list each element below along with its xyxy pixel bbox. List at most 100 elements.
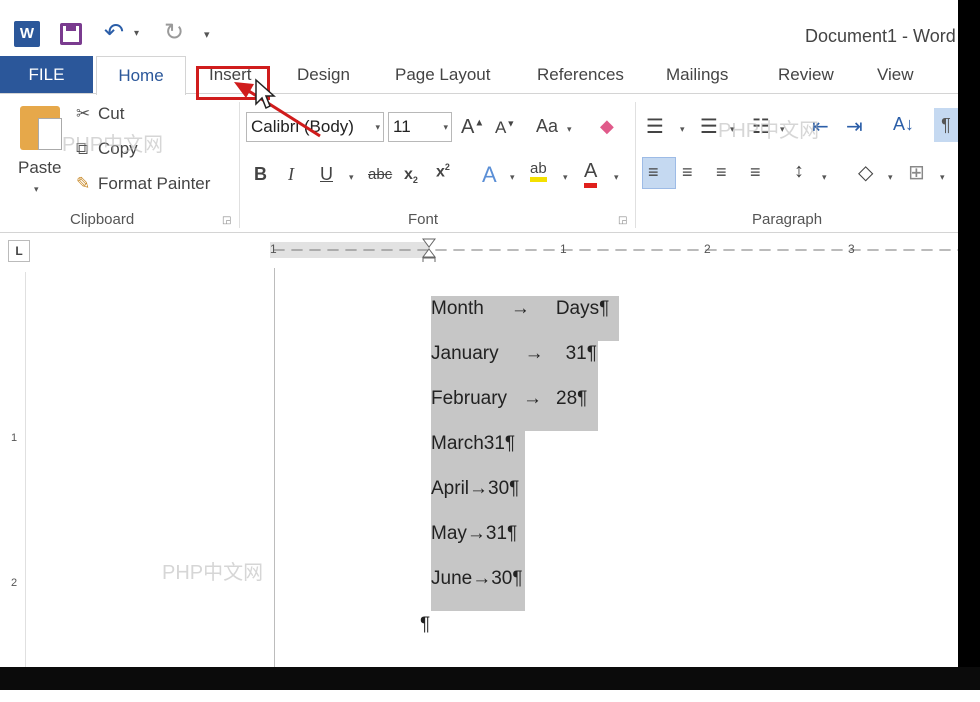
chevron-down-icon: ▾ — [375, 122, 380, 132]
paste-button[interactable]: Paste — [18, 158, 61, 178]
word-icon[interactable]: W — [14, 21, 40, 47]
strikethrough-icon[interactable]: abc — [368, 166, 392, 183]
paste-dropdown-icon[interactable]: ▾ — [34, 184, 39, 195]
change-case-label: Aa — [536, 116, 559, 136]
clipboard-launcher-icon[interactable]: ◲ — [222, 215, 231, 226]
watermark: PHP中文网 — [718, 120, 820, 142]
shading-icon[interactable]: ◇ — [858, 160, 873, 185]
annotation-arrow-icon — [234, 78, 321, 138]
line-value: 28¶ — [556, 388, 588, 409]
tab-review[interactable]: Review — [778, 65, 834, 85]
horizontal-ruler[interactable]: 1 1 2 3 — [270, 240, 958, 260]
vertical-ruler[interactable]: 1 2 — [8, 272, 26, 667]
save-icon[interactable] — [60, 23, 82, 45]
tab-selector[interactable]: L — [8, 240, 30, 262]
borders-icon[interactable]: ⊞ — [908, 160, 925, 185]
undo-icon[interactable]: ↶ — [104, 18, 124, 47]
line-value: Days¶ — [555, 298, 610, 319]
screen-edge — [0, 667, 980, 690]
paragraph-group-label: Paragraph — [752, 211, 823, 228]
highlight-icon[interactable]: ab — [530, 160, 547, 182]
watermark: PHP中文网 — [162, 562, 264, 584]
vruler-number: 2 — [11, 577, 18, 589]
line-value: 31¶ — [485, 523, 518, 544]
chevron-down-icon[interactable]: ▾ — [349, 172, 354, 183]
scissors-icon: ✂ — [76, 104, 91, 123]
chevron-down-icon[interactable]: ▾ — [563, 172, 568, 183]
line-text: Month — [431, 298, 484, 319]
line-text: May — [431, 523, 467, 544]
tab-home[interactable]: Home — [96, 56, 186, 95]
clear-formatting-icon[interactable]: ◆ — [600, 116, 614, 137]
line-text: February — [431, 388, 508, 409]
line-spacing-icon[interactable]: ↕ — [794, 160, 804, 183]
text-effects-icon[interactable]: A — [482, 162, 497, 188]
line-value: 30¶ — [488, 478, 520, 499]
chevron-down-icon[interactable]: ▾ — [614, 172, 619, 183]
align-right-icon[interactable]: ≡ — [716, 162, 727, 183]
tab-mark: → — [466, 523, 486, 544]
line-text: March — [431, 433, 484, 454]
chevron-down-icon: ▾ — [443, 122, 448, 132]
document-line[interactable]: May→31¶ — [431, 523, 517, 545]
undo-dropdown-icon[interactable]: ▾ — [134, 28, 139, 39]
align-left-icon[interactable]: ≡ — [648, 162, 659, 183]
font-size-select[interactable]: 11 ▾ — [388, 112, 452, 142]
chevron-down-icon[interactable]: ▾ — [822, 172, 827, 183]
chevron-down-icon[interactable]: ▾ — [888, 172, 893, 183]
chevron-down-icon[interactable]: ▾ — [940, 172, 945, 183]
line-value: 30¶ — [491, 568, 523, 589]
show-formatting-marks-icon[interactable]: ¶ — [934, 108, 958, 142]
document-line[interactable]: March31¶ — [431, 433, 515, 455]
format-painter-button[interactable]: ✎ Format Painter — [76, 174, 210, 194]
paste-icon[interactable] — [20, 106, 62, 150]
cut-button[interactable]: ✂ Cut — [76, 104, 124, 124]
group-divider — [635, 102, 636, 228]
sort-icon[interactable]: A↓ — [893, 114, 914, 135]
cut-label: Cut — [98, 104, 125, 123]
font-launcher-icon[interactable]: ◲ — [618, 215, 627, 226]
tab-mark: → — [524, 343, 544, 364]
chevron-down-icon[interactable]: ▾ — [510, 172, 515, 183]
page-margin-edge — [274, 268, 275, 667]
tab-mark: → — [472, 568, 492, 589]
bullets-icon[interactable]: ☰ — [646, 114, 664, 139]
change-case-button[interactable]: Aa — [536, 116, 558, 137]
bold-icon[interactable]: B — [254, 164, 267, 185]
customize-quick-access-icon[interactable]: ▾ — [204, 28, 210, 41]
italic-icon[interactable]: I — [288, 164, 294, 185]
tab-mark: → — [523, 388, 543, 409]
document-line[interactable]: June→30¶ — [431, 568, 523, 590]
tab-page-layout[interactable]: Page Layout — [395, 65, 490, 85]
chevron-down-icon[interactable]: ▾ — [567, 124, 572, 135]
tab-references[interactable]: References — [537, 65, 624, 85]
document-line[interactable]: April→30¶ — [431, 478, 519, 500]
numbering-icon[interactable]: ☰ — [700, 114, 718, 139]
chevron-down-icon[interactable]: ▾ — [680, 124, 685, 135]
ruler-number: 3 — [848, 242, 855, 256]
line-value: 31¶ — [483, 433, 516, 454]
align-center-icon[interactable]: ≡ — [682, 162, 693, 183]
shrink-font-icon[interactable]: A▼ — [495, 118, 515, 138]
document-line[interactable]: February → 28¶ — [431, 388, 587, 410]
font-color-icon[interactable]: A — [584, 160, 598, 188]
document-line[interactable]: Month → Days¶ — [431, 298, 609, 320]
ruler-number: 1 — [270, 242, 277, 256]
tab-mailings[interactable]: Mailings — [666, 65, 728, 85]
watermark: PHP中文网 — [62, 134, 164, 156]
repeat-icon[interactable]: ↻ — [164, 18, 184, 47]
tab-file[interactable]: FILE — [0, 56, 93, 94]
line-text: January — [431, 343, 499, 364]
ruler-number: 2 — [704, 242, 711, 256]
increase-indent-icon[interactable]: ⇥ — [846, 114, 863, 139]
grow-font-icon[interactable]: A▲ — [461, 116, 484, 139]
line-text: April — [431, 478, 470, 499]
tab-mark: → — [510, 298, 530, 319]
superscript-icon[interactable]: x2 — [436, 162, 450, 181]
document-line[interactable]: January → 31¶ — [431, 343, 597, 365]
underline-icon[interactable]: U — [320, 164, 333, 185]
justify-icon[interactable]: ≡ — [750, 162, 761, 183]
subscript-icon[interactable]: x2 — [404, 166, 418, 185]
tab-view[interactable]: View — [877, 65, 914, 85]
font-size-value: 11 — [393, 117, 411, 136]
